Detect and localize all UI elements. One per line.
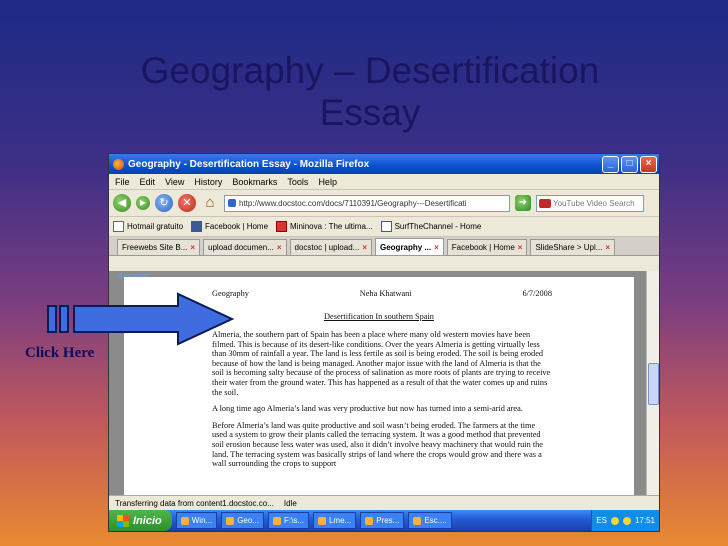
menu-history[interactable]: History (194, 177, 222, 187)
search-input[interactable]: YouTube Video Search (536, 194, 644, 212)
menu-help[interactable]: Help (318, 177, 337, 187)
close-icon[interactable]: × (190, 240, 195, 255)
tab-label: upload documen... (208, 243, 274, 252)
firefox-icon (113, 158, 124, 170)
taskbar-item[interactable]: Esc.... (408, 512, 452, 529)
menu-file[interactable]: File (115, 177, 130, 187)
menu-bookmarks[interactable]: Bookmarks (232, 177, 277, 187)
taskbar-label: F:\s... (283, 516, 304, 525)
document-header: Geography Neha Khatwani 6/7/2008 (212, 289, 552, 299)
taskbar-item[interactable]: Pres... (360, 512, 405, 529)
taskbar-item[interactable]: F:\s... (267, 512, 309, 529)
menu-view[interactable]: View (165, 177, 184, 187)
taskbar-item[interactable]: Geo... (221, 512, 264, 529)
tab-geography[interactable]: Geography ... × (375, 238, 444, 255)
windows-flag-icon (117, 514, 129, 527)
language-indicator[interactable]: ES (596, 516, 607, 525)
taskbar: Inicio Win... Geo... F:\s... Lme... Pres… (109, 510, 659, 531)
taskbar-item[interactable]: Lme... (312, 512, 357, 529)
back-icon[interactable]: ◀ (113, 194, 131, 212)
tab-label: Freewebs Site B... (122, 243, 188, 252)
scrollbar-thumb[interactable] (648, 363, 659, 405)
bookmark-mininova[interactable]: Mininova : The ultima... (276, 221, 373, 232)
maximize-button[interactable]: □ (621, 155, 638, 173)
document-date: 6/7/2008 (522, 289, 552, 298)
go-icon[interactable]: ➜ (515, 195, 531, 211)
tab-slideshare[interactable]: SlideShare > Upl... × (530, 239, 616, 255)
close-icon[interactable]: × (518, 240, 523, 255)
stop-icon[interactable]: ✕ (178, 194, 196, 212)
bookmarks-toolbar: Hotmail gratuito Facebook | Home Mininov… (109, 217, 659, 237)
minimize-button[interactable]: _ (602, 155, 619, 173)
bookmark-label: Hotmail gratuito (127, 222, 184, 231)
taskbar-item[interactable]: Win... (175, 512, 218, 529)
taskbar-label: Win... (191, 516, 213, 525)
tab-label: Facebook | Home (451, 243, 515, 252)
bookmark-surfthechannel[interactable]: SurfTheChannel - Home (380, 221, 482, 232)
tab-facebook[interactable]: Facebook | Home × (446, 239, 528, 255)
close-icon[interactable]: × (605, 240, 610, 255)
page-icon (113, 221, 124, 232)
mininova-icon (276, 221, 288, 232)
app-icon (317, 516, 326, 525)
page-icon (380, 221, 392, 232)
facebook-icon (191, 221, 203, 232)
document-author: Neha Khatwani (359, 289, 412, 298)
menu-tools[interactable]: Tools (287, 177, 308, 187)
close-button[interactable]: × (640, 155, 657, 173)
clock: 17:51 (634, 516, 655, 525)
forward-icon[interactable]: ▶ (136, 196, 150, 210)
navigation-toolbar: ◀ ▶ ↻ ✕ ⌂ http://www.docstoc.com/docs/71… (109, 190, 659, 217)
slide-title-line2: Essay (319, 92, 421, 133)
reload-icon[interactable]: ↻ (155, 194, 173, 212)
paragraph: Almeria, the southern part of Spain has … (212, 330, 551, 397)
url-input[interactable]: http://www.docstoc.com/docs/7110391/Geog… (224, 194, 510, 212)
tab-label: Geography ... (380, 242, 432, 252)
tab-label: SlideShare > Upl... (535, 243, 603, 252)
menu-edit[interactable]: Edit (140, 177, 156, 187)
tab-freewebs[interactable]: Freewebs Site B... × (117, 239, 201, 255)
app-icon (180, 516, 189, 525)
document-body: Almeria, the southern part of Spain has … (212, 330, 552, 476)
menu-bar: File Edit View History Bookmarks Tools H… (109, 174, 659, 190)
system-tray: ES 17:51 (591, 510, 659, 531)
right-arrow-icon[interactable] (46, 292, 236, 346)
window-title: Geography - Desertification Essay - Mozi… (128, 158, 370, 170)
tab-label: docstoc | upload... (294, 243, 360, 252)
status-bar: Transferring data from content1.docstoc.… (109, 495, 659, 511)
slide-title: Geography – Desertification Essay (110, 50, 630, 134)
bookmark-label: Facebook | Home (205, 222, 269, 231)
taskbar-label: Esc.... (424, 516, 447, 525)
powerpoint-icon (365, 516, 374, 525)
click-here-label[interactable]: Click Here (25, 345, 94, 362)
tab-docstoc-upload[interactable]: docstoc | upload... × (289, 239, 372, 255)
taskbar-label: Pres... (376, 516, 400, 525)
vertical-scrollbar[interactable] (646, 271, 659, 495)
firefox-icon (226, 516, 235, 525)
tab-upload-document[interactable]: upload documen... × (203, 239, 287, 255)
start-button[interactable]: Inicio (109, 510, 172, 531)
close-icon[interactable]: × (434, 240, 439, 255)
start-label: Inicio (133, 514, 162, 527)
bookmark-label: SurfTheChannel - Home (394, 222, 482, 231)
taskbar-label: Geo... (237, 516, 259, 525)
window-titlebar: Geography - Desertification Essay - Mozi… (109, 154, 659, 174)
taskbar-label: Lme... (328, 516, 352, 525)
folder-icon (272, 516, 281, 525)
close-icon[interactable]: × (362, 240, 367, 255)
tray-icon[interactable] (622, 516, 631, 525)
slide-title-line1: Geography – Desertification (140, 50, 600, 91)
status-text: Transferring data from content1.docstoc.… (115, 499, 274, 508)
paragraph: A long time ago Almeria’s land was very … (212, 404, 523, 414)
close-icon[interactable]: × (277, 240, 282, 255)
bookmark-facebook[interactable]: Facebook | Home (191, 221, 268, 232)
home-icon[interactable]: ⌂ (201, 194, 219, 212)
find-status: Idle (283, 499, 297, 508)
folder-icon (413, 516, 422, 525)
tray-icon[interactable] (610, 516, 619, 525)
paragraph: Before Almeria’s land was quite producti… (212, 420, 543, 469)
bookmark-hotmail[interactable]: Hotmail gratuito (113, 221, 183, 232)
bookmark-label: Mininova : The ultima... (290, 222, 373, 231)
tab-bar: Freewebs Site B... × upload documen... × d… (109, 237, 659, 256)
